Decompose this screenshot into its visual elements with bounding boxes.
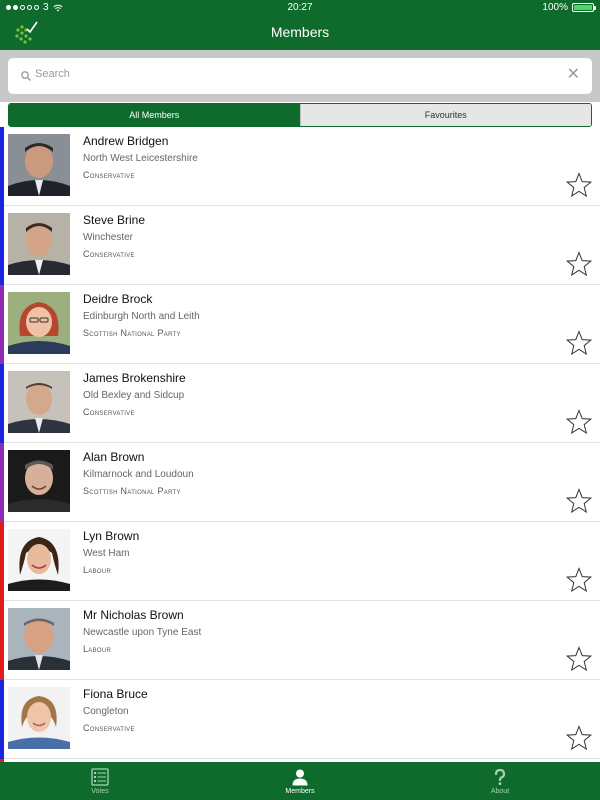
- search-icon: [21, 71, 32, 82]
- tab-votes[interactable]: Votes: [0, 762, 200, 800]
- favourite-star-icon[interactable]: [566, 409, 592, 435]
- member-party: Conservative: [83, 407, 135, 417]
- clear-search-icon[interactable]: ✕: [567, 67, 580, 83]
- person-icon: [292, 769, 308, 785]
- member-constituency: Newcastle upon Tyne East: [83, 627, 202, 638]
- party-color-bar: [0, 364, 4, 443]
- member-name: Deidre Brock: [83, 292, 153, 306]
- member-constituency: Congleton: [83, 706, 129, 717]
- member-row[interactable]: Mr Nicholas Brown Newcastle upon Tyne Ea…: [0, 601, 600, 680]
- members-list: Andrew Bridgen North West Leicestershire…: [0, 123, 600, 762]
- favourite-star-icon[interactable]: [566, 567, 592, 593]
- member-photo: [8, 529, 70, 591]
- tab-bar: Votes Members About: [0, 762, 600, 800]
- member-photo: [8, 608, 70, 670]
- member-row[interactable]: Deidre Brock Edinburgh North and Leith S…: [0, 285, 600, 364]
- member-constituency: Old Bexley and Sidcup: [83, 390, 185, 401]
- member-name: Lyn Brown: [83, 529, 140, 543]
- member-photo: [8, 371, 70, 433]
- list-icon: [91, 767, 109, 786]
- search-placeholder: Search: [35, 68, 70, 80]
- favourite-star-icon[interactable]: [566, 172, 592, 198]
- member-row[interactable]: Lyn Brown West Ham Labour: [0, 522, 600, 601]
- party-color-bar: [0, 285, 4, 364]
- member-constituency: Winchester: [83, 232, 134, 243]
- party-color-bar: [0, 127, 4, 206]
- favourite-star-icon[interactable]: [566, 330, 592, 356]
- member-party: Labour: [83, 565, 112, 575]
- member-photo: [8, 134, 70, 196]
- member-photo: [8, 213, 70, 275]
- member-constituency: Edinburgh North and Leith: [83, 311, 200, 322]
- member-name: James Brokenshire: [83, 371, 186, 385]
- status-bar: 3 20:27 100%: [0, 0, 600, 16]
- party-color-bar: [0, 206, 4, 285]
- member-name: Fiona Bruce: [83, 687, 148, 701]
- member-row[interactable]: Andrew Bridgen North West Leicestershire…: [0, 127, 600, 206]
- search-bar: Search ✕: [0, 50, 600, 102]
- question-icon: [494, 768, 506, 785]
- favourite-star-icon[interactable]: [566, 725, 592, 751]
- member-party: Conservative: [83, 170, 135, 180]
- status-right: 100%: [542, 2, 596, 13]
- member-name: Steve Brine: [83, 213, 146, 227]
- favourite-star-icon[interactable]: [566, 251, 592, 277]
- search-input[interactable]: Search ✕: [8, 58, 592, 94]
- member-row[interactable]: Fiona Bruce Congleton Conservative: [0, 680, 600, 759]
- member-party: Conservative: [83, 249, 135, 259]
- member-name: Alan Brown: [83, 450, 145, 464]
- favourite-star-icon[interactable]: [566, 646, 592, 672]
- tab-label: About: [490, 787, 510, 795]
- member-party: Labour: [83, 644, 112, 654]
- member-photo: [8, 450, 70, 512]
- member-party: Scottish National Party: [83, 486, 181, 496]
- party-color-bar: [0, 522, 4, 601]
- page-title: Members: [270, 24, 330, 40]
- member-constituency: North West Leicestershire: [83, 153, 198, 164]
- member-constituency: West Ham: [83, 548, 130, 559]
- member-name: Andrew Bridgen: [83, 134, 169, 148]
- member-row[interactable]: Alan Brown Kilmarnock and Loudoun Scotti…: [0, 443, 600, 522]
- status-time: 20:27: [287, 2, 313, 13]
- battery-icon: [572, 3, 596, 12]
- member-row[interactable]: James Brokenshire Old Bexley and Sidcup …: [0, 364, 600, 443]
- member-row[interactable]: Steve Brine Winchester Conservative: [0, 206, 600, 285]
- member-constituency: Kilmarnock and Loudoun: [83, 469, 194, 480]
- member-party: Scottish National Party: [83, 328, 181, 338]
- party-color-bar: [0, 443, 4, 522]
- tab-label: Members: [285, 787, 315, 795]
- party-color-bar: [0, 601, 4, 680]
- tab-about[interactable]: About: [400, 762, 600, 800]
- tab-members[interactable]: Members: [200, 762, 400, 800]
- party-color-bar: [0, 680, 4, 759]
- navigation-bar: 3 20:27 100% Members: [0, 0, 600, 50]
- tab-label: Votes: [91, 787, 109, 795]
- member-party: Conservative: [83, 723, 135, 733]
- member-name: Mr Nicholas Brown: [83, 608, 184, 622]
- member-photo: [8, 687, 70, 749]
- member-photo: [8, 292, 70, 354]
- battery-percent: 100%: [542, 2, 568, 13]
- favourite-star-icon[interactable]: [566, 488, 592, 514]
